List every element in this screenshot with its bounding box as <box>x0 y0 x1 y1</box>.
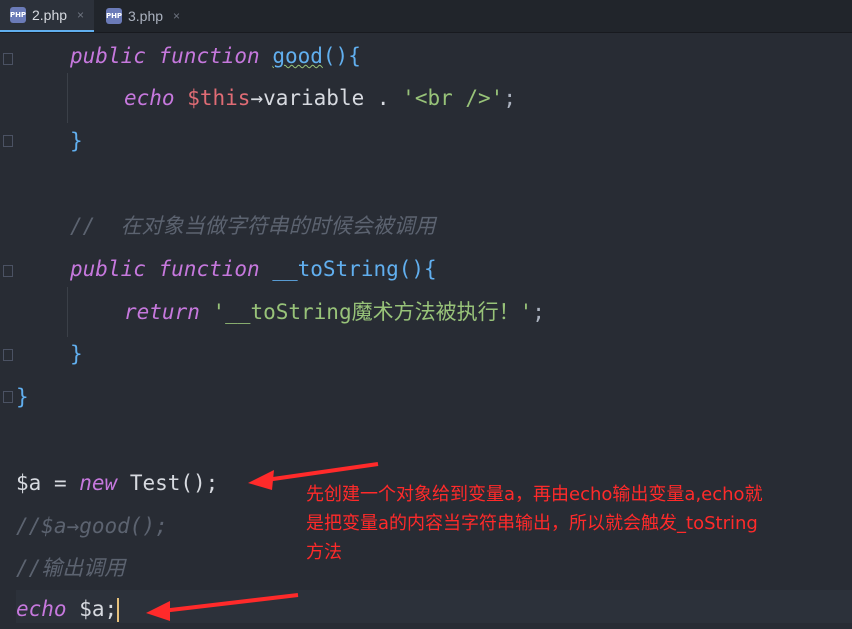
annotation-line: 是把变量a的内容当字符串输出，所以就会触发_toString <box>306 513 758 534</box>
arrow-icon <box>146 593 299 621</box>
annotation-line: 先创建一个对象给到变量a，再由echo输出变量a,echo就 <box>306 484 763 505</box>
annotation-note: 先创建一个对象给到变量a，再由echo输出变量a,echo就 是把变量a的内容当… <box>306 480 841 567</box>
annotation-line: 方法 <box>306 542 342 563</box>
